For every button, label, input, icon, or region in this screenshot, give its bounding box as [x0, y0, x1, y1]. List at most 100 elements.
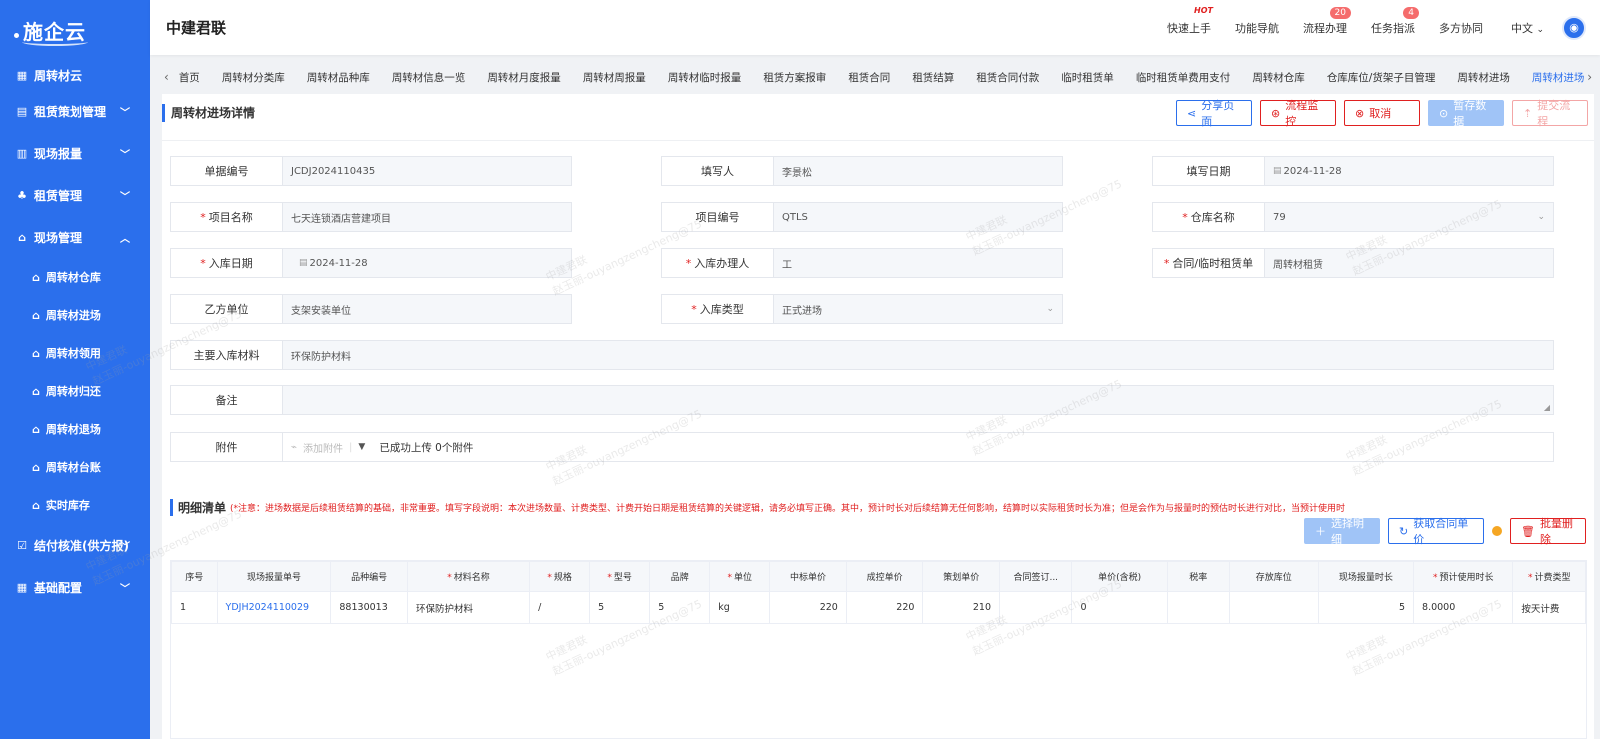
sidebar-item-3[interactable]: ⌂ 现场管理 ︿	[0, 216, 150, 258]
column-header[interactable]: 品种编号	[330, 561, 408, 592]
top-link-3[interactable]: 任务指派 4	[1371, 6, 1419, 36]
chart-icon: ▥	[16, 146, 28, 160]
main-material-value[interactable]: 环保防护材料	[283, 341, 1553, 369]
sidebar-item-4[interactable]: ☑ 结付核准(供方报) ﹀	[0, 524, 150, 566]
home-icon: ⌂	[32, 270, 40, 284]
resize-handle-icon[interactable]: ◢	[1544, 403, 1550, 412]
chevron-down-icon: ﹀	[120, 149, 130, 161]
tab-9[interactable]: 租赁结算	[912, 70, 954, 85]
sidebar-subitem-5[interactable]: ⌂ 周转材台账	[0, 448, 150, 486]
column-header[interactable]: * 型号	[589, 561, 651, 592]
chevron-down-icon: ﹀	[120, 583, 130, 595]
add-attachment-button[interactable]: 添加附件	[303, 440, 343, 455]
home-icon: ⌂	[32, 384, 40, 398]
tab-1[interactable]: 周转材分类库	[222, 70, 285, 85]
top-link-4[interactable]: 多方协同	[1439, 20, 1483, 36]
sidebar-item-1[interactable]: ▥ 现场报量 ﹀	[0, 132, 150, 174]
column-header[interactable]: 合同签订...	[999, 561, 1073, 592]
tab-15[interactable]: 周转材进场	[1457, 70, 1510, 85]
tab-0[interactable]: 首页	[179, 70, 200, 85]
sidebar-subitem-6[interactable]: ⌂ 实时库存	[0, 486, 150, 524]
tab-13[interactable]: 周转材仓库	[1252, 70, 1305, 85]
tab-scroll-left-icon[interactable]: ‹	[164, 70, 169, 84]
tab-2[interactable]: 周转材品种库	[307, 70, 370, 85]
save-draft-button[interactable]: ⊙ 暂存数据	[1428, 99, 1504, 128]
column-header[interactable]: * 计费类型	[1512, 561, 1586, 592]
sidebar-subitem-3[interactable]: ⌂ 周转材归还	[0, 372, 150, 410]
tab-3[interactable]: 周转材信息一览	[392, 70, 466, 85]
batch-delete-button[interactable]: 🗑 批量删除	[1510, 517, 1586, 546]
cancel-button[interactable]: ⊗ 取消	[1344, 100, 1420, 126]
column-header[interactable]: 策划单价	[922, 561, 1001, 592]
column-header[interactable]: 现场报量时长	[1317, 561, 1415, 592]
sidebar-subitem-4[interactable]: ⌂ 周转材退场	[0, 410, 150, 448]
column-header[interactable]: 存放库位	[1228, 561, 1319, 592]
sidebar-header-item[interactable]: ▦ 周转材云	[0, 60, 150, 90]
select-details-button[interactable]: ＋选择明细	[1304, 517, 1380, 546]
handler-value[interactable]: 工	[774, 249, 1062, 277]
tab-10[interactable]: 租赁合同付款	[976, 70, 1039, 85]
table-cell	[1228, 591, 1319, 624]
sidebar-subitem-2[interactable]: ⌂ 周转材领用	[0, 334, 150, 372]
top-link-1[interactable]: 功能导航	[1235, 20, 1279, 36]
tab-11[interactable]: 临时租赁单	[1061, 70, 1114, 85]
project-no-value[interactable]: QTLS	[774, 203, 1062, 231]
warehouse-select[interactable]: 79 ⌄	[1265, 203, 1553, 231]
sidebar-subitem-0[interactable]: ⌂ 周转材仓库	[0, 258, 150, 296]
filler-value[interactable]: 李景松	[774, 157, 1062, 185]
monitor-button[interactable]: ⊛ 流程监控	[1260, 99, 1336, 128]
detail-panel: 周转材进场详情 ⋖ 分享页面 ⊛ 流程监控 ⊗ 取消 ⊙ 暂存数据 ⇡ 提交流程 单据编号…	[84, 94, 1594, 739]
sidebar-item-5[interactable]: ▦ 基础配置 ﹀	[0, 566, 150, 608]
table-cell: 按天计费	[1512, 591, 1586, 624]
column-header[interactable]: 单价(含税)	[1071, 561, 1168, 592]
sidebar-subitem-1[interactable]: ⌂ 周转材进场	[0, 296, 150, 334]
tab-6[interactable]: 周转材临时报量	[668, 70, 742, 85]
tab-scroll-right-icon[interactable]: ›	[1587, 70, 1592, 84]
column-header[interactable]: * 规格	[529, 561, 591, 592]
party-b-value[interactable]: 支架安装单位	[283, 295, 571, 323]
info-dot-icon[interactable]	[1492, 526, 1502, 536]
avatar[interactable]: ◉	[1562, 15, 1586, 40]
column-header[interactable]: 品牌	[649, 561, 711, 592]
remark-textarea[interactable]: ◢	[283, 386, 1553, 414]
plus-icon: ＋	[1315, 525, 1326, 538]
sidebar-subitem-label: 周转材仓库	[45, 271, 101, 284]
tab-7[interactable]: 租赁方案报审	[763, 70, 826, 85]
column-header[interactable]: * 单位	[709, 561, 771, 592]
hot-badge: HOT	[1194, 5, 1213, 15]
tab-16[interactable]: 周转材进场	[1532, 70, 1585, 85]
doc-no-value[interactable]: JCDJ2024110435	[283, 157, 571, 185]
share-button[interactable]: ⋖ 分享页面	[1176, 99, 1252, 128]
tab-4[interactable]: 周转材月度报量	[487, 70, 561, 85]
sidebar-item-2[interactable]: ♣ 租赁管理 ﹀	[0, 174, 150, 216]
table-cell[interactable]: YDJH2024110029	[216, 591, 332, 624]
tab-12[interactable]: 临时租赁单费用支付	[1136, 70, 1231, 85]
home-icon: ⌂	[32, 308, 40, 322]
language-select[interactable]: 中文 ⌄	[1511, 20, 1544, 36]
sidebar-item-0[interactable]: ▤ 租赁策划管理 ﹀	[0, 90, 150, 132]
submit-button[interactable]: ⇡ 提交流程	[1512, 99, 1588, 128]
in-date-value[interactable]: ▤ 2024-11-28	[283, 249, 571, 277]
tab-14[interactable]: 仓库库位/货架子目管理	[1327, 70, 1436, 85]
top-link-0[interactable]: 快速上手 HOT	[1167, 6, 1213, 36]
sidebar-item-label: 结付核准(供方报)	[34, 538, 129, 553]
column-header[interactable]: 序号	[171, 561, 218, 592]
in-type-select[interactable]: 正式进场 ⌄	[774, 295, 1062, 323]
get-contract-price-button[interactable]: ↻ 获取合同单价	[1388, 517, 1484, 546]
tab-5[interactable]: 周转材周报量	[583, 70, 646, 85]
column-header[interactable]: * 材料名称	[406, 561, 531, 592]
contract-value[interactable]: 周转材租赁	[1265, 249, 1553, 277]
column-header[interactable]: 中标单价	[769, 561, 847, 592]
app-logo[interactable]: 施企云	[0, 0, 150, 60]
tab-strip: ‹ 首页 周转材分类库 周转材品种库 周转材信息一览 周转材月度报量 周转材周报量 周转材临…	[150, 64, 1600, 90]
column-header[interactable]: 税率	[1166, 561, 1230, 592]
column-header[interactable]: 现场报量单号	[216, 561, 332, 592]
column-header[interactable]: * 预计使用时长	[1413, 561, 1514, 592]
top-link-2[interactable]: 流程办理 20	[1303, 6, 1351, 36]
attachment-dropdown-icon[interactable]: ▼	[358, 442, 365, 452]
tab-8[interactable]: 租赁合同	[848, 70, 890, 85]
fill-date-value[interactable]: ▤ 2024-11-28	[1265, 157, 1553, 185]
column-header[interactable]: 成控单价	[845, 561, 924, 592]
project-name-value[interactable]: 七天连锁酒店营建项目	[283, 203, 571, 231]
table-row[interactable]: 1 YDJH2024110029 88130013 环保防护材料/5 5 kg 220 220…	[171, 591, 1586, 624]
